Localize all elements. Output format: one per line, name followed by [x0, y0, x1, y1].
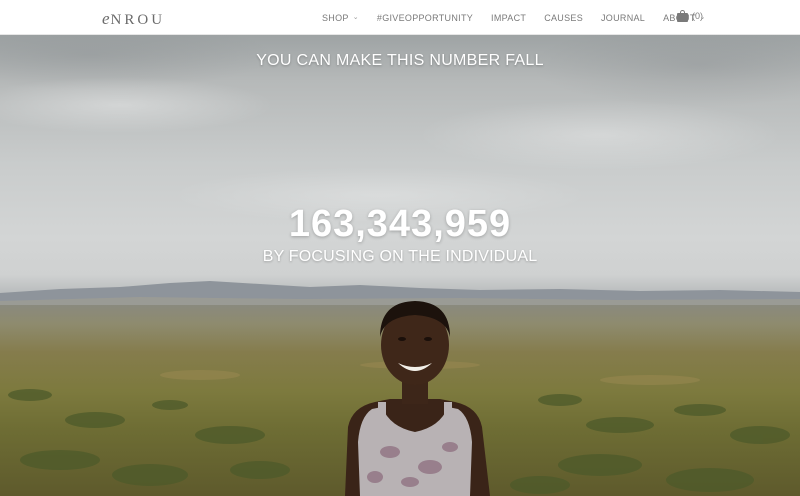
- nav-item-giveopportunity[interactable]: #GIVEOPPORTUNITY: [377, 13, 473, 23]
- main-nav: SHOP ⌄ #GIVEOPPORTUNITY IMPACT CAUSES JO…: [322, 0, 724, 35]
- shopping-bag-icon: [677, 10, 688, 22]
- hero-heading: YOU CAN MAKE THIS NUMBER FALL: [256, 52, 544, 69]
- hero-counter-number: 163,343,959: [288, 203, 512, 245]
- nav-item-impact[interactable]: IMPACT: [491, 13, 526, 23]
- hero-subheading: BY FOCUSING ON THE INDIVIDUAL: [262, 248, 538, 265]
- logo-text: NROU: [110, 12, 166, 28]
- logo[interactable]: e NROU: [102, 9, 165, 29]
- cart-button[interactable]: (0): [677, 10, 703, 22]
- woman-portrait: [345, 301, 490, 496]
- chevron-down-icon: ⌄: [352, 13, 359, 21]
- nav-item-journal[interactable]: JOURNAL: [601, 13, 645, 23]
- page: e NROU SHOP ⌄ #GIVEOPPORTUNITY IMPACT CA…: [0, 0, 800, 496]
- nav-item-causes[interactable]: CAUSES: [544, 13, 583, 23]
- cart-count: (0): [692, 11, 703, 21]
- nav-item-label: CAUSES: [544, 12, 583, 23]
- logo-mark: e: [102, 9, 110, 28]
- hero-section: YOU CAN MAKE THIS NUMBER FALL 163,343,95…: [0, 35, 800, 496]
- top-navbar: e NROU SHOP ⌄ #GIVEOPPORTUNITY IMPACT CA…: [0, 0, 800, 35]
- nav-item-shop[interactable]: SHOP ⌄: [322, 13, 359, 23]
- nav-item-label: IMPACT: [491, 12, 527, 23]
- nav-item-label: #GIVEOPPORTUNITY: [376, 12, 474, 23]
- nav-item-label: JOURNAL: [601, 12, 646, 23]
- nav-item-label: SHOP: [322, 12, 349, 23]
